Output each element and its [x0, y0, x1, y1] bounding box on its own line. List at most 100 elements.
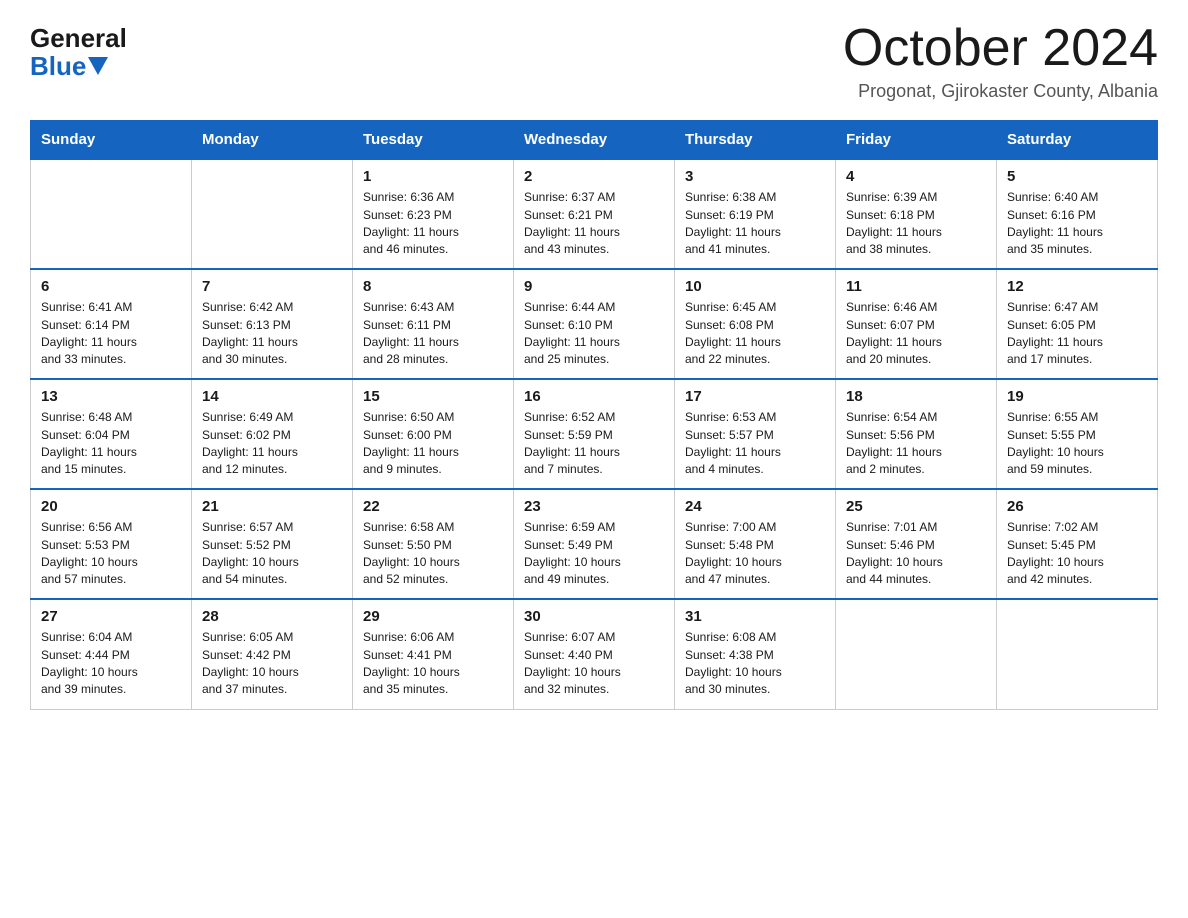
logo-blue-text: Blue: [30, 51, 108, 82]
calendar-empty-cell: [31, 159, 192, 269]
day-number: 17: [685, 388, 825, 405]
day-info: Sunrise: 6:07 AMSunset: 4:40 PMDaylight:…: [524, 629, 664, 699]
day-info: Sunrise: 6:56 AMSunset: 5:53 PMDaylight:…: [41, 519, 181, 589]
day-info: Sunrise: 7:00 AMSunset: 5:48 PMDaylight:…: [685, 519, 825, 589]
day-number: 9: [524, 278, 664, 295]
day-info: Sunrise: 6:43 AMSunset: 6:11 PMDaylight:…: [363, 299, 503, 369]
calendar-empty-cell: [997, 599, 1158, 709]
calendar-day-6: 6Sunrise: 6:41 AMSunset: 6:14 PMDaylight…: [31, 269, 192, 379]
title-area: October 2024 Progonat, Gjirokaster Count…: [843, 20, 1158, 102]
day-info: Sunrise: 6:57 AMSunset: 5:52 PMDaylight:…: [202, 519, 342, 589]
day-number: 4: [846, 168, 986, 185]
logo-general-text: General: [30, 25, 127, 51]
day-number: 8: [363, 278, 503, 295]
location-subtitle: Progonat, Gjirokaster County, Albania: [843, 81, 1158, 102]
day-number: 1: [363, 168, 503, 185]
calendar-header-tuesday: Tuesday: [353, 121, 514, 160]
day-number: 28: [202, 608, 342, 625]
day-number: 24: [685, 498, 825, 515]
calendar-table: SundayMondayTuesdayWednesdayThursdayFrid…: [30, 120, 1158, 710]
day-info: Sunrise: 6:39 AMSunset: 6:18 PMDaylight:…: [846, 189, 986, 259]
day-info: Sunrise: 6:06 AMSunset: 4:41 PMDaylight:…: [363, 629, 503, 699]
day-info: Sunrise: 6:04 AMSunset: 4:44 PMDaylight:…: [41, 629, 181, 699]
day-info: Sunrise: 7:02 AMSunset: 5:45 PMDaylight:…: [1007, 519, 1147, 589]
day-info: Sunrise: 6:37 AMSunset: 6:21 PMDaylight:…: [524, 189, 664, 259]
calendar-day-4: 4 Sunrise: 6:39 AMSunset: 6:18 PMDaylight…: [836, 159, 997, 269]
calendar-header-monday: Monday: [192, 121, 353, 160]
header: General Blue October 2024 Progonat, Gjir…: [30, 20, 1158, 102]
calendar-day-8: 8 Sunrise: 6:43 AMSunset: 6:11 PMDaylight…: [353, 269, 514, 379]
calendar-day-7: 7 Sunrise: 6:42 AMSunset: 6:13 PMDaylight…: [192, 269, 353, 379]
day-number: 21: [202, 498, 342, 515]
calendar-header-wednesday: Wednesday: [514, 121, 675, 160]
day-number: 26: [1007, 498, 1147, 515]
day-number: 3: [685, 168, 825, 185]
calendar-week-row: 6Sunrise: 6:41 AMSunset: 6:14 PMDaylight…: [31, 269, 1158, 379]
day-info: Sunrise: 6:44 AMSunset: 6:10 PMDaylight:…: [524, 299, 664, 369]
day-info: Sunrise: 6:40 AMSunset: 6:16 PMDaylight:…: [1007, 189, 1147, 259]
day-info: Sunrise: 6:49 AMSunset: 6:02 PMDaylight:…: [202, 409, 342, 479]
day-number: 22: [363, 498, 503, 515]
calendar-day-5: 5Sunrise: 6:40 AMSunset: 6:16 PMDaylight…: [997, 159, 1158, 269]
day-info: Sunrise: 6:36 AMSunset: 6:23 PMDaylight:…: [363, 189, 503, 259]
calendar-day-16: 16 Sunrise: 6:52 AMSunset: 5:59 PMDayligh…: [514, 379, 675, 489]
calendar-day-31: 31 Sunrise: 6:08 AMSunset: 4:38 PMDayligh…: [675, 599, 836, 709]
day-number: 7: [202, 278, 342, 295]
calendar-day-28: 28Sunrise: 6:05 AMSunset: 4:42 PMDayligh…: [192, 599, 353, 709]
calendar-day-21: 21 Sunrise: 6:57 AMSunset: 5:52 PMDayligh…: [192, 489, 353, 599]
day-info: Sunrise: 6:54 AMSunset: 5:56 PMDaylight:…: [846, 409, 986, 479]
calendar-week-row: 20 Sunrise: 6:56 AMSunset: 5:53 PMDayligh…: [31, 489, 1158, 599]
day-number: 11: [846, 278, 986, 295]
day-number: 13: [41, 388, 181, 405]
calendar-day-13: 13 Sunrise: 6:48 AMSunset: 6:04 PMDayligh…: [31, 379, 192, 489]
day-info: Sunrise: 6:50 AMSunset: 6:00 PMDaylight:…: [363, 409, 503, 479]
day-info: Sunrise: 6:48 AMSunset: 6:04 PMDaylight:…: [41, 409, 181, 479]
day-number: 15: [363, 388, 503, 405]
day-number: 18: [846, 388, 986, 405]
calendar-day-17: 17Sunrise: 6:53 AMSunset: 5:57 PMDayligh…: [675, 379, 836, 489]
calendar-day-23: 23 Sunrise: 6:59 AMSunset: 5:49 PMDayligh…: [514, 489, 675, 599]
calendar-day-24: 24 Sunrise: 7:00 AMSunset: 5:48 PMDayligh…: [675, 489, 836, 599]
day-number: 20: [41, 498, 181, 515]
day-number: 29: [363, 608, 503, 625]
calendar-empty-cell: [192, 159, 353, 269]
day-number: 19: [1007, 388, 1147, 405]
day-number: 14: [202, 388, 342, 405]
calendar-week-row: 1 Sunrise: 6:36 AMSunset: 6:23 PMDaylight…: [31, 159, 1158, 269]
calendar-day-9: 9 Sunrise: 6:44 AMSunset: 6:10 PMDaylight…: [514, 269, 675, 379]
day-number: 2: [524, 168, 664, 185]
day-info: Sunrise: 6:46 AMSunset: 6:07 PMDaylight:…: [846, 299, 986, 369]
calendar-week-row: 13 Sunrise: 6:48 AMSunset: 6:04 PMDayligh…: [31, 379, 1158, 489]
day-number: 12: [1007, 278, 1147, 295]
day-info: Sunrise: 6:08 AMSunset: 4:38 PMDaylight:…: [685, 629, 825, 699]
day-number: 16: [524, 388, 664, 405]
calendar-day-29: 29 Sunrise: 6:06 AMSunset: 4:41 PMDayligh…: [353, 599, 514, 709]
calendar-day-14: 14 Sunrise: 6:49 AMSunset: 6:02 PMDayligh…: [192, 379, 353, 489]
day-info: Sunrise: 6:59 AMSunset: 5:49 PMDaylight:…: [524, 519, 664, 589]
calendar-day-25: 25 Sunrise: 7:01 AMSunset: 5:46 PMDayligh…: [836, 489, 997, 599]
day-info: Sunrise: 6:47 AMSunset: 6:05 PMDaylight:…: [1007, 299, 1147, 369]
logo: General Blue: [30, 25, 127, 82]
day-info: Sunrise: 6:42 AMSunset: 6:13 PMDaylight:…: [202, 299, 342, 369]
calendar-day-20: 20 Sunrise: 6:56 AMSunset: 5:53 PMDayligh…: [31, 489, 192, 599]
calendar-empty-cell: [836, 599, 997, 709]
calendar-day-22: 22Sunrise: 6:58 AMSunset: 5:50 PMDayligh…: [353, 489, 514, 599]
logo-triangle-icon: [88, 57, 108, 75]
calendar-day-10: 10Sunrise: 6:45 AMSunset: 6:08 PMDayligh…: [675, 269, 836, 379]
day-number: 31: [685, 608, 825, 625]
day-number: 23: [524, 498, 664, 515]
calendar-day-12: 12 Sunrise: 6:47 AMSunset: 6:05 PMDayligh…: [997, 269, 1158, 379]
day-info: Sunrise: 7:01 AMSunset: 5:46 PMDaylight:…: [846, 519, 986, 589]
day-info: Sunrise: 6:52 AMSunset: 5:59 PMDaylight:…: [524, 409, 664, 479]
day-info: Sunrise: 6:45 AMSunset: 6:08 PMDaylight:…: [685, 299, 825, 369]
day-number: 6: [41, 278, 181, 295]
day-number: 30: [524, 608, 664, 625]
day-info: Sunrise: 6:38 AMSunset: 6:19 PMDaylight:…: [685, 189, 825, 259]
calendar-title: October 2024: [843, 20, 1158, 77]
calendar-day-27: 27Sunrise: 6:04 AMSunset: 4:44 PMDayligh…: [31, 599, 192, 709]
calendar-day-11: 11 Sunrise: 6:46 AMSunset: 6:07 PMDayligh…: [836, 269, 997, 379]
day-number: 25: [846, 498, 986, 515]
calendar-header-friday: Friday: [836, 121, 997, 160]
calendar-day-2: 2 Sunrise: 6:37 AMSunset: 6:21 PMDaylight…: [514, 159, 675, 269]
calendar-header-saturday: Saturday: [997, 121, 1158, 160]
